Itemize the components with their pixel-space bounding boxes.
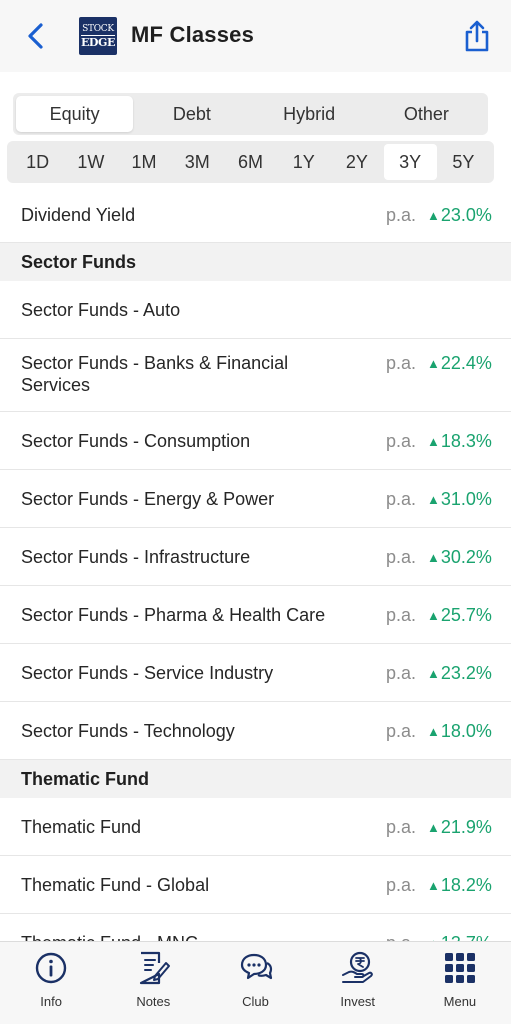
period-1d[interactable]: 1D <box>11 144 64 180</box>
period-2y[interactable]: 2Y <box>330 144 383 180</box>
period-6m[interactable]: 6M <box>224 144 277 180</box>
return-value: ▲18.3% <box>427 431 492 451</box>
period-3m[interactable]: 3M <box>171 144 224 180</box>
return-value: ▲18.2% <box>427 875 492 895</box>
list-item[interactable]: Sector Funds - Service Industry p.a. ▲23… <box>0 644 511 702</box>
asset-class-tabs: Equity Debt Hybrid Other <box>13 93 488 135</box>
page-title: MF Classes <box>131 22 255 47</box>
up-arrow-icon: ▲ <box>427 724 440 739</box>
share-button[interactable] <box>458 16 496 56</box>
fund-class-list[interactable]: Dividend Yield p.a. ▲23.0% Sector Funds … <box>0 187 511 941</box>
stockedge-logo: STOCK EDGE <box>79 17 117 55</box>
up-arrow-icon: ▲ <box>427 666 440 681</box>
period-3y[interactable]: 3Y <box>383 144 437 180</box>
up-arrow-icon: ▲ <box>427 550 440 565</box>
list-item[interactable]: Dividend Yield p.a. ▲23.0% <box>0 187 511 243</box>
list-item[interactable]: Sector Funds - Technology p.a. ▲18.0% <box>0 702 511 760</box>
nav-invest[interactable]: Invest <box>307 942 409 1024</box>
return-value: ▲22.4% <box>427 353 492 373</box>
return-value: ▲23.0% <box>427 205 492 225</box>
period-1w[interactable]: 1W <box>64 144 117 180</box>
section-header: Thematic Fund <box>0 760 511 798</box>
list-item[interactable]: Sector Funds - Energy & Power p.a. ▲31.0… <box>0 470 511 528</box>
up-arrow-icon: ▲ <box>427 820 440 835</box>
list-item[interactable]: Sector Funds - Consumption p.a. ▲18.3% <box>0 412 511 470</box>
info-icon <box>31 949 71 987</box>
return-value: ▲25.7% <box>427 605 492 625</box>
list-item[interactable]: Sector Funds - Pharma & Health Care p.a.… <box>0 586 511 644</box>
invest-rupee-icon <box>338 949 378 987</box>
tab-hybrid[interactable]: Hybrid <box>251 96 368 132</box>
up-arrow-icon: ▲ <box>427 434 440 449</box>
list-item[interactable]: Sector Funds - Infrastructure p.a. ▲30.2… <box>0 528 511 586</box>
nav-info[interactable]: Info <box>0 942 102 1024</box>
period-5y[interactable]: 5Y <box>437 144 490 180</box>
menu-grid-icon <box>440 949 480 987</box>
return-value: ▲18.0% <box>427 721 492 741</box>
return-value: ▲13.7% <box>427 933 492 941</box>
list-item[interactable]: Sector Funds - Banks & Financial Service… <box>0 339 511 412</box>
list-item[interactable]: Thematic Fund p.a. ▲21.9% <box>0 798 511 856</box>
list-item[interactable]: Thematic Fund - Global p.a. ▲18.2% <box>0 856 511 914</box>
return-value: ▲30.2% <box>427 547 492 567</box>
nav-notes[interactable]: Notes <box>102 942 204 1024</box>
return-value: ▲31.0% <box>427 489 492 509</box>
club-chat-icon <box>236 949 276 987</box>
section-header: Sector Funds <box>0 243 511 281</box>
up-arrow-icon: ▲ <box>427 878 440 893</box>
chevron-left-icon <box>28 23 43 49</box>
period-1y[interactable]: 1Y <box>277 144 330 180</box>
up-arrow-icon: ▲ <box>427 208 440 223</box>
app-header: STOCK EDGE MF Classes <box>0 0 511 72</box>
up-arrow-icon: ▲ <box>427 608 440 623</box>
return-value: ▲23.2% <box>427 663 492 683</box>
period-1m[interactable]: 1M <box>117 144 170 180</box>
list-item[interactable]: Sector Funds - Auto <box>0 281 511 339</box>
period-selector: 1D 1W 1M 3M 6M 1Y 2Y 3Y 5Y <box>7 141 494 183</box>
up-arrow-icon: ▲ <box>427 492 440 507</box>
tab-other[interactable]: Other <box>368 96 485 132</box>
nav-menu[interactable]: Menu <box>409 942 511 1024</box>
tab-equity[interactable]: Equity <box>16 96 134 132</box>
nav-club[interactable]: Club <box>204 942 306 1024</box>
up-arrow-icon: ▲ <box>427 356 440 371</box>
list-item[interactable]: Thematic Fund - MNC p.a. ▲13.7% <box>0 914 511 941</box>
notes-icon <box>133 949 173 987</box>
tab-debt[interactable]: Debt <box>133 96 250 132</box>
back-button[interactable] <box>18 16 54 56</box>
return-value: ▲21.9% <box>427 817 492 837</box>
share-icon <box>465 20 489 52</box>
bottom-navigation: Info Notes Club Invest Menu <box>0 941 511 1024</box>
